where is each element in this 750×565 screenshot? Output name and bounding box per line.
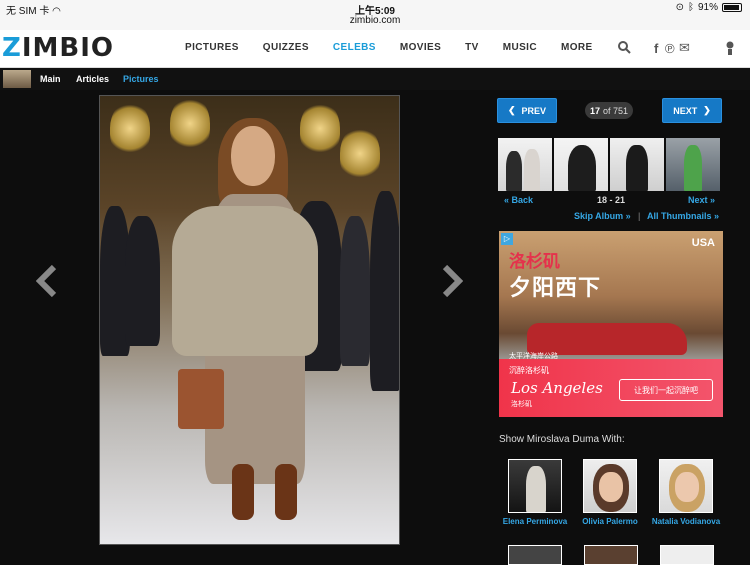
skip-album-link[interactable]: Skip Album » xyxy=(574,211,631,221)
ad-script-cn: 洛杉矶 xyxy=(511,401,532,408)
model-jacket xyxy=(172,206,318,356)
next-button[interactable]: NEXT ❯ xyxy=(662,98,722,123)
subnav-pictures[interactable]: Pictures xyxy=(123,74,159,84)
chandelier xyxy=(340,126,380,181)
chevron-left-icon: ❮ xyxy=(507,105,516,115)
ad-cta-button[interactable]: 让我们一起沉醉吧 xyxy=(619,379,713,401)
back-link[interactable]: « Back xyxy=(504,195,533,205)
celeb-photo[interactable] xyxy=(584,545,638,565)
ad-headline: 夕阳西下 xyxy=(509,276,602,301)
battery-icon xyxy=(722,3,742,12)
model-handbag xyxy=(178,369,224,429)
main-menu: PICTURES QUIZZES CELEBS MOVIES TV MUSIC … xyxy=(185,42,617,53)
celeb-name[interactable]: Elena Perminova xyxy=(500,517,570,527)
all-thumbnails-link[interactable]: All Thumbnails » xyxy=(647,211,719,221)
subnav-main[interactable]: Main xyxy=(40,74,61,84)
thumbnail[interactable] xyxy=(554,138,608,191)
ad-los-angeles-script: Los Angeles xyxy=(511,379,603,397)
advertisement-banner[interactable]: ▷ USA 洛杉矶 夕阳西下 太平洋海岸公路 沉醉洛杉矶 Los Angeles… xyxy=(499,231,723,417)
thumbnail-range: 18 - 21 xyxy=(597,195,626,205)
thumb-figure xyxy=(524,149,540,191)
thumbnail-pager: « Back 18 - 21 Next » xyxy=(498,195,722,209)
ad-brand-logo: USA xyxy=(691,237,715,249)
related-celeb[interactable]: Natalia Vodianova xyxy=(651,459,721,527)
prev-label: PREV xyxy=(521,105,547,116)
celeb-photo[interactable] xyxy=(508,545,562,565)
celeb-photo[interactable] xyxy=(508,459,562,513)
total-count: of 751 xyxy=(602,105,629,116)
logo-rest: IMBIO xyxy=(21,33,114,63)
celeb-figure xyxy=(675,472,699,502)
ad-headline-red: 洛杉矶 xyxy=(509,252,560,272)
facebook-icon[interactable]: f xyxy=(654,41,658,56)
thumbnail[interactable] xyxy=(498,138,552,191)
celeb-name[interactable]: Natalia Vodianova xyxy=(651,517,721,527)
crowd-figure xyxy=(340,216,370,366)
ad-subtext: 太平洋海岸公路 xyxy=(509,353,558,360)
battery-fill xyxy=(724,5,739,10)
celeb-name[interactable]: Olivia Palermo xyxy=(575,517,645,527)
nav-quizzes[interactable]: QUIZZES xyxy=(263,42,309,53)
thumbnail-strip xyxy=(498,138,720,191)
crowd-figure xyxy=(125,216,160,346)
related-celeb[interactable]: Olivia Palermo xyxy=(575,459,645,527)
photo-prev-arrow[interactable] xyxy=(35,264,58,302)
pinterest-icon[interactable]: ℗ xyxy=(665,41,675,56)
nav-pictures[interactable]: PICTURES xyxy=(185,42,239,53)
celeb-figure xyxy=(599,472,623,502)
chandelier xyxy=(300,101,340,156)
prev-button[interactable]: ❮ PREV xyxy=(497,98,557,123)
photo-counter: 17 of 751 xyxy=(585,102,633,119)
logo-letter-z: Z xyxy=(2,33,22,63)
celeb-avatar[interactable] xyxy=(3,70,31,88)
device-status: ⊙ ᛒ 91% xyxy=(676,2,742,13)
search-icon[interactable] xyxy=(618,41,631,57)
celeb-photo[interactable] xyxy=(660,545,714,565)
related-celeb[interactable]: Elena Perminova xyxy=(500,459,570,527)
celeb-subnav: Main Articles Pictures xyxy=(0,68,750,90)
ad-subtext-2: 沉醉洛杉矶 xyxy=(509,366,549,375)
link-separator: | xyxy=(638,211,641,221)
chevron-right-icon: ❯ xyxy=(703,105,711,115)
thumbnail[interactable] xyxy=(610,138,664,191)
celeb-photo[interactable] xyxy=(583,459,637,513)
subnav-articles[interactable]: Articles xyxy=(76,74,109,84)
site-header: ZIMBIO PICTURES QUIZZES CELEBS MOVIES TV… xyxy=(0,30,750,68)
nav-movies[interactable]: MOVIES xyxy=(400,42,441,53)
photo-next-arrow[interactable] xyxy=(441,264,464,302)
thumbnail[interactable] xyxy=(666,138,720,191)
model-boot xyxy=(232,464,254,520)
celeb-photo[interactable] xyxy=(659,459,713,513)
nav-more[interactable]: MORE xyxy=(561,42,593,53)
user-icon[interactable] xyxy=(724,41,736,58)
show-with-heading: Show Miroslava Duma With: xyxy=(499,434,625,445)
thumb-figure xyxy=(506,151,522,191)
bluetooth-icon: ᛒ xyxy=(687,2,694,13)
next-label: NEXT xyxy=(673,105,698,116)
ad-choices-icon[interactable]: ▷ xyxy=(501,233,513,245)
chandelier xyxy=(170,96,210,151)
model-face xyxy=(231,126,275,186)
model-boot xyxy=(275,464,297,520)
crowd-figure xyxy=(370,191,399,391)
next-link[interactable]: Next » xyxy=(688,195,715,205)
main-photo[interactable] xyxy=(99,95,400,545)
rotation-lock-icon: ⊙ xyxy=(675,2,684,13)
address-bar-url[interactable]: zimbio.com xyxy=(0,15,750,26)
zimbio-logo[interactable]: ZIMBIO xyxy=(2,33,114,63)
thumb-figure xyxy=(684,145,702,191)
battery-percent: 91% xyxy=(697,2,718,13)
nav-music[interactable]: MUSIC xyxy=(503,42,537,53)
nav-celebs[interactable]: CELEBS xyxy=(333,42,376,53)
celeb-figure xyxy=(526,466,546,512)
current-index: 17 xyxy=(589,105,600,116)
album-links: Skip Album » | All Thumbnails » xyxy=(498,211,722,225)
chandelier xyxy=(110,101,150,156)
thumb-figure xyxy=(626,145,648,191)
status-bar: 无 SIM 卡 ◠ 上午5:09 zimbio.com ⊙ ᛒ 91% xyxy=(0,0,750,30)
mail-icon[interactable]: ✉ xyxy=(679,40,690,56)
nav-tv[interactable]: TV xyxy=(465,42,479,53)
thumb-figure xyxy=(568,145,596,191)
